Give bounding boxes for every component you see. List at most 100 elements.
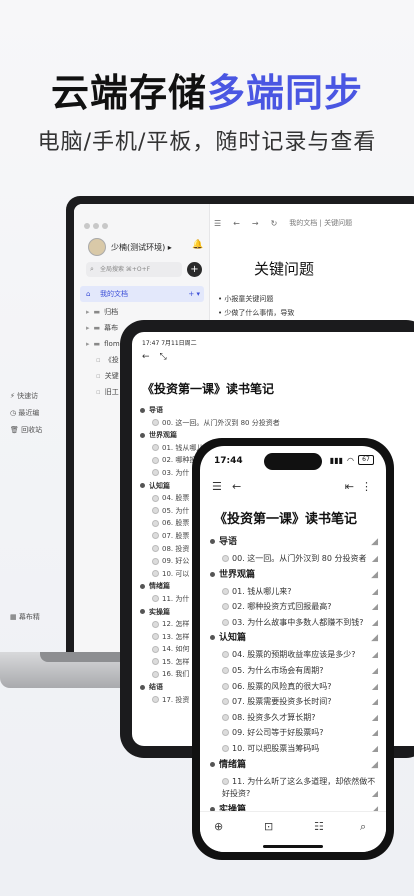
collapse-arrow-icon[interactable]: ◢ [371, 630, 378, 647]
doc-title[interactable]: 关键问题 [254, 258, 314, 279]
collapse-arrow-icon[interactable]: ◢ [372, 615, 378, 631]
outline-item[interactable]: 02. 哪种投资方式回报最高? ◢ [210, 599, 378, 615]
tree-item[interactable]: ▫ 《投 [86, 352, 124, 368]
phone-doc-title[interactable]: 《投资第一课》读书笔记 [214, 508, 357, 527]
sidebar-item-my-docs[interactable]: ⌂ 我的文档 + ▾ [80, 286, 204, 302]
outline-item-label: 11. 为什 [162, 594, 190, 603]
outline-item[interactable]: • 小报童关键问题 [218, 292, 294, 306]
collapsed-bullet-icon [152, 570, 159, 578]
outline-heading-label: 认知篇 [219, 633, 247, 644]
collapse-arrow-icon[interactable]: ◢ [372, 694, 378, 710]
outline-item[interactable]: 06. 股票的风险真的很大吗? ◢ [210, 679, 378, 695]
breadcrumb-root[interactable]: 我的文档 [289, 219, 317, 227]
outline-heading-label: 结语 [149, 683, 163, 692]
chevron-right-icon[interactable]: ▸ [86, 324, 90, 332]
folder-icon: ▬ [93, 340, 101, 348]
refresh-icon[interactable]: ↻ [271, 219, 278, 228]
menu-icon[interactable]: ☰ [212, 480, 222, 493]
collapse-arrow-icon[interactable]: ◢ [372, 599, 378, 615]
sidebar-item-trash[interactable]: 🗑 回收站 [10, 422, 42, 439]
collapsed-bullet-icon [152, 696, 159, 704]
chevron-right-icon[interactable]: ▸ [86, 340, 90, 348]
outline-heading[interactable]: 世界观篇 ◢ [210, 567, 378, 584]
outline-item[interactable]: 03. 为什么故事中多数人都赚不到钱? ◢ [210, 615, 378, 631]
add-button[interactable]: + [187, 262, 202, 277]
sidebar-toggle-icon[interactable]: ☰ [214, 219, 221, 228]
outline-item-label: 00. 这一回。从门外汉到 80 分投资者 [162, 418, 280, 427]
collapse-arrow-icon[interactable]: ◢ [372, 741, 378, 757]
collapse-arrow-icon[interactable]: ◢ [371, 534, 378, 551]
outline-item-label: 14. 如何 [162, 645, 190, 654]
outline-item[interactable]: 07. 股票需要投资多长时间? ◢ [210, 694, 378, 710]
outline-heading[interactable]: 认知篇 ◢ [210, 630, 378, 647]
collapse-arrow-icon[interactable]: ◢ [372, 584, 378, 600]
tree-item[interactable]: ▫ 关键 [86, 368, 124, 384]
collapsed-bullet-icon [152, 469, 159, 477]
bell-icon[interactable]: 🔔 [192, 240, 203, 250]
collapsed-bullet-icon [222, 666, 229, 674]
outline-item[interactable]: 11. 为什么听了这么多道理，却依然做不好投资? ◢ [210, 774, 378, 802]
tree-item[interactable]: ▸ ▬ flomo [86, 336, 124, 352]
outline-item[interactable]: 00. 这一回。从门外汉到 80 分投资者 [140, 417, 280, 430]
collapse-arrow-icon[interactable]: ◢ [372, 647, 378, 663]
more-icon[interactable]: ⋮ [361, 480, 372, 493]
back-icon[interactable]: ← [142, 352, 150, 362]
collapsed-bullet-icon [222, 555, 229, 562]
outline-heading[interactable]: 情绪篇 ◢ [210, 757, 378, 774]
collapse-arrow-icon[interactable]: ◢ [372, 710, 378, 726]
outline-item[interactable]: 09. 好公司等于好股票吗? ◢ [210, 725, 378, 741]
collapse-arrow-icon[interactable]: ◢ [372, 679, 378, 695]
bullet-icon [140, 483, 145, 489]
outline-item[interactable]: 05. 为什么市场会有周期? ◢ [210, 663, 378, 679]
outline-item-label: 03. 为什么故事中多数人都赚不到钱? [232, 617, 364, 627]
outline-item-label: 07. 股票 [162, 531, 190, 540]
outline-heading-label: 世界观篇 [219, 569, 256, 580]
search-icon[interactable]: ⌕ [360, 820, 366, 834]
collapse-arrow-icon[interactable]: ◢ [372, 725, 378, 741]
window-controls[interactable] [84, 214, 111, 233]
outdent-icon[interactable]: ⇤ [345, 480, 354, 493]
outline-item-label: 09. 好公司等于好股票吗? [232, 728, 324, 738]
user-menu[interactable]: 少楠(测试环境) ▸ [88, 238, 172, 256]
outline-item[interactable]: 01. 钱从哪儿来? ◢ [210, 584, 378, 600]
outline-heading[interactable]: 导语 [140, 404, 280, 417]
outline-item[interactable]: 04. 股票的预期收益率应该是多少? ◢ [210, 647, 378, 663]
tree-item[interactable]: ▸ ▬ 幕布 [86, 320, 124, 336]
back-icon[interactable]: ← [232, 480, 241, 493]
collapse-icon[interactable]: ⤡ [160, 352, 167, 362]
outline-heading[interactable]: 导语 ◢ [210, 534, 378, 551]
sidebar-item-recent[interactable]: ◷ 最近编 [10, 405, 42, 422]
outline-item-label: 12. 怎样 [162, 620, 190, 629]
outline-item[interactable]: • 少做了什么事情，导致 [218, 306, 294, 320]
list-icon[interactable]: ☷ [314, 820, 324, 833]
grid-icon: ▦ [10, 613, 19, 621]
collapse-arrow-icon[interactable]: ◢ [372, 788, 378, 800]
tree-item[interactable]: ▸ ▬ 归档 [86, 304, 124, 320]
outline-item-label: 02. 哪种投资方式回报最高? [232, 602, 332, 612]
tree-item-label: 归档 [104, 308, 119, 316]
collapse-arrow-icon[interactable]: ◢ [372, 663, 378, 679]
sidebar-bottom-item[interactable]: ▦ 幕布精 [10, 612, 40, 622]
bullet-icon [140, 609, 145, 614]
breadcrumb[interactable]: 我的文档 | 关键问题 [289, 218, 352, 228]
tablet-status-bar: 17:47 7月11日周二 [142, 340, 197, 347]
collapse-arrow-icon[interactable]: ◢ [372, 551, 378, 567]
tablet-doc-title[interactable]: 《投资第一课》读书笔记 [142, 380, 274, 397]
collapse-arrow-icon[interactable]: ◢ [371, 757, 378, 774]
outline-item[interactable]: 00. 这一回。从门外汉到 80 分投资者 ◢ [210, 551, 378, 567]
sidebar-item-label: 幕布精 [18, 613, 40, 621]
outline-item[interactable]: 08. 投资多久才算长期? ◢ [210, 710, 378, 726]
tree-item[interactable]: ▫ 旧工 [86, 384, 124, 400]
outline-item[interactable]: 10. 可以把股票当筹码吗 ◢ [210, 741, 378, 757]
chevron-right-icon[interactable]: ▸ [86, 308, 90, 316]
search-input[interactable]: ⌕ 全局搜索 ⌘+O+F [86, 262, 182, 277]
sidebar-item-quick-access[interactable]: ⚡ 快速访 [10, 388, 42, 405]
forward-icon[interactable]: → [252, 219, 259, 228]
add-circle-icon[interactable]: ⊕ [214, 820, 223, 833]
bag-icon[interactable]: ⊡ [264, 820, 273, 833]
back-icon[interactable]: ← [233, 219, 240, 228]
collapse-arrow-icon[interactable]: ◢ [371, 567, 378, 584]
collapsed-bullet-icon [152, 532, 159, 540]
collapsed-bullet-icon [152, 519, 159, 527]
add-doc-icon[interactable]: + ▾ [188, 286, 200, 302]
